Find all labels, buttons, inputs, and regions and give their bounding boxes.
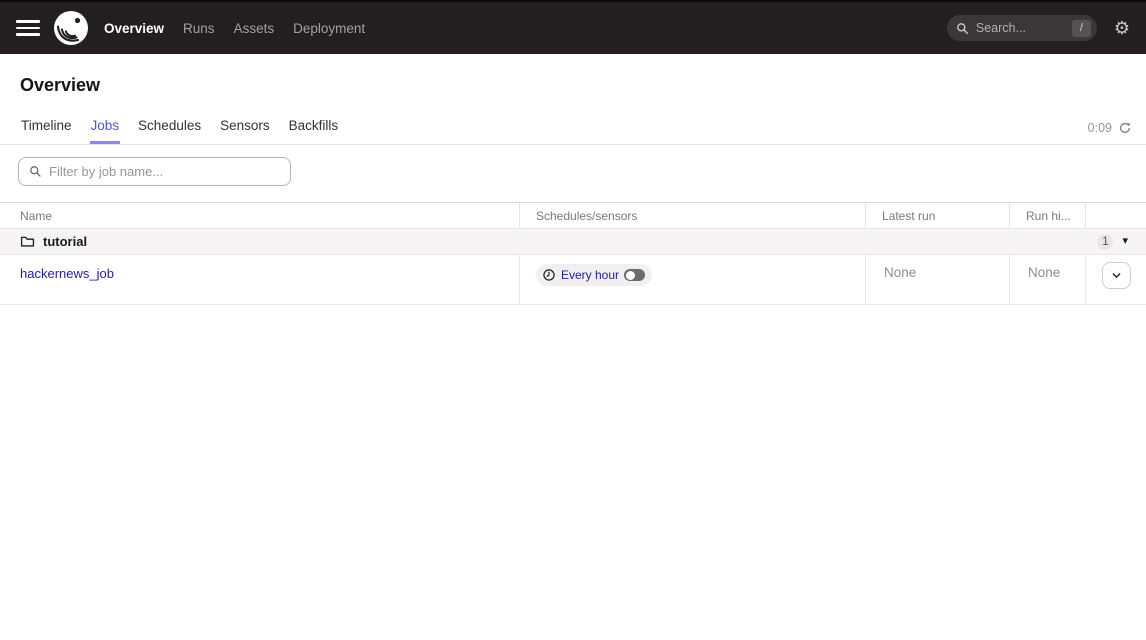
primary-nav: Overview Runs Assets Deployment xyxy=(104,21,365,36)
search-shortcut-key: / xyxy=(1072,20,1091,37)
jobs-table: Name Schedules/sensors Latest run Run hi… xyxy=(0,202,1146,305)
search-input[interactable] xyxy=(976,21,1068,35)
column-header-name: Name xyxy=(0,203,520,228)
tab-schedules[interactable]: Schedules xyxy=(137,111,202,144)
chevron-down-icon xyxy=(1111,270,1122,281)
nav-item-overview[interactable]: Overview xyxy=(104,21,164,36)
schedule-toggle-off[interactable] xyxy=(624,269,645,281)
run-history-value: None xyxy=(1010,255,1086,304)
filter-bar xyxy=(0,145,1146,198)
job-filter-input[interactable] xyxy=(49,164,280,179)
repo-group-row-tutorial[interactable]: tutorial 1 ▾ xyxy=(0,229,1146,255)
job-filter-field[interactable] xyxy=(18,157,291,186)
refresh-icon[interactable] xyxy=(1118,121,1132,135)
column-header-latest-run: Latest run xyxy=(866,203,1010,228)
group-job-count-badge: 1 xyxy=(1097,234,1113,250)
column-header-actions xyxy=(1086,203,1146,228)
folder-icon xyxy=(20,234,35,249)
global-search[interactable]: / xyxy=(947,15,1097,41)
group-label: tutorial xyxy=(43,234,87,249)
tab-jobs[interactable]: Jobs xyxy=(90,111,121,144)
page-title: Overview xyxy=(0,54,1146,111)
schedule-label: Every hour xyxy=(561,268,619,282)
filter-search-icon xyxy=(29,165,42,178)
tab-sensors[interactable]: Sensors xyxy=(219,111,271,144)
column-header-schedules: Schedules/sensors xyxy=(520,203,866,228)
dagster-app-window: Overview Runs Assets Deployment / ⚙ Over… xyxy=(0,0,1146,640)
refresh-countdown: 0:09 xyxy=(1088,121,1112,135)
tab-backfills[interactable]: Backfills xyxy=(288,111,340,144)
latest-run-value: None xyxy=(866,255,1010,304)
dagster-logo-icon[interactable] xyxy=(53,10,89,46)
gear-icon[interactable]: ⚙ xyxy=(1114,19,1130,37)
clock-icon xyxy=(542,268,556,282)
top-navbar: Overview Runs Assets Deployment / ⚙ xyxy=(0,0,1146,54)
nav-item-runs[interactable]: Runs xyxy=(183,21,215,36)
table-row-hackernews-job: hackernews_job Every hour None None xyxy=(0,255,1146,305)
nav-item-deployment[interactable]: Deployment xyxy=(293,21,365,36)
overview-tabs: Timeline Jobs Schedules Sensors Backfill… xyxy=(0,111,1146,145)
row-actions-button[interactable] xyxy=(1102,262,1131,289)
schedule-chip[interactable]: Every hour xyxy=(536,264,652,286)
hamburger-menu-icon[interactable] xyxy=(16,20,40,36)
job-link-hackernews-job[interactable]: hackernews_job xyxy=(20,266,114,281)
column-header-run-history: Run hi... xyxy=(1010,203,1086,228)
table-header-row: Name Schedules/sensors Latest run Run hi… xyxy=(0,203,1146,229)
nav-item-assets[interactable]: Assets xyxy=(234,21,275,36)
search-icon xyxy=(956,22,969,35)
tab-timeline[interactable]: Timeline xyxy=(20,111,73,144)
collapse-caret-icon[interactable]: ▾ xyxy=(1122,236,1128,247)
